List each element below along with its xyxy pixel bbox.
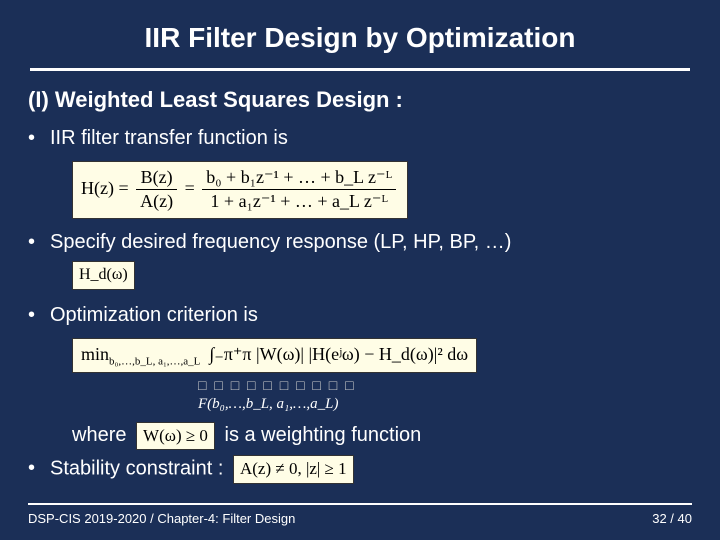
min-integral: ∫₋π⁺π |W(ω)| |H(eʲω) − H_d(ω)|² dω	[209, 344, 468, 364]
empty-placeholder-boxes: □ □ □ □ □ □ □ □ □ □	[198, 377, 356, 393]
hz-frac1-num: B(z)	[136, 166, 177, 190]
bullet-3: • Optimization criterion is	[28, 302, 692, 328]
hz-frac2-den: 1 + a₁z⁻¹ + … + a_L z⁻ᴸ	[202, 190, 396, 213]
where-line: where W(ω) ≥ 0 is a weighting function	[72, 419, 692, 451]
formula-stability: A(z) ≠ 0, |z| ≥ 1	[233, 455, 354, 483]
footer: DSP-CIS 2019-2020 / Chapter-4: Filter De…	[28, 503, 692, 526]
footer-page-number: 32 / 40	[652, 511, 692, 526]
bullet-3-text: Optimization criterion is	[50, 302, 692, 328]
hz-eq: =	[185, 178, 200, 198]
bullet-1-text: IIR filter transfer function is	[50, 125, 692, 151]
formula-hd: H_d(ω)	[72, 261, 135, 290]
bullet-dot: •	[28, 302, 50, 328]
page-title: IIR Filter Design by Optimization	[28, 22, 692, 54]
formula-weight-nonneg: W(ω) ≥ 0	[136, 422, 215, 450]
f-label: F(b₀,…,b_L, a₁,…,a_L)	[198, 396, 338, 413]
where-post: is a weighting function	[225, 424, 422, 446]
bullet-dot: •	[28, 229, 50, 255]
bullet-4: • Stability constraint : A(z) ≠ 0, |z| ≥…	[28, 455, 692, 483]
bullet-4-text: Stability constraint : A(z) ≠ 0, |z| ≥ 1	[50, 455, 692, 483]
bullet-2: • Specify desired frequency response (LP…	[28, 229, 692, 255]
slide: IIR Filter Design by Optimization (I) We…	[0, 0, 720, 540]
hz-frac2-num: b₀ + b₁z⁻¹ + … + b_L z⁻ᴸ	[202, 166, 396, 190]
hz-lhs: H(z) =	[81, 178, 129, 198]
formula-optimization: minb₀,…,b_L, a₁,…,a_L ∫₋π⁺π |W(ω)| |H(eʲ…	[72, 338, 477, 374]
bullet-2-text: Specify desired frequency response (LP, …	[50, 229, 692, 255]
where-pre: where	[72, 424, 126, 446]
formula-transfer-function: H(z) = B(z) A(z) = b₀ + b₁z⁻¹ + … + b_L …	[72, 161, 408, 219]
hz-frac1-den: A(z)	[136, 190, 177, 213]
footer-rule	[28, 503, 692, 505]
bullet-dot: •	[28, 455, 50, 481]
min-sub: b₀,…,b_L, a₁,…,a_L	[109, 355, 200, 367]
subtitle: (I) Weighted Least Squares Design :	[28, 87, 692, 113]
footer-left: DSP-CIS 2019-2020 / Chapter-4: Filter De…	[28, 511, 295, 526]
title-rule	[30, 68, 690, 71]
min-prefix: min	[81, 344, 109, 364]
bullet-1: • IIR filter transfer function is	[28, 125, 692, 151]
bullet-dot: •	[28, 125, 50, 151]
bullet-4-label: Stability constraint :	[50, 458, 223, 480]
